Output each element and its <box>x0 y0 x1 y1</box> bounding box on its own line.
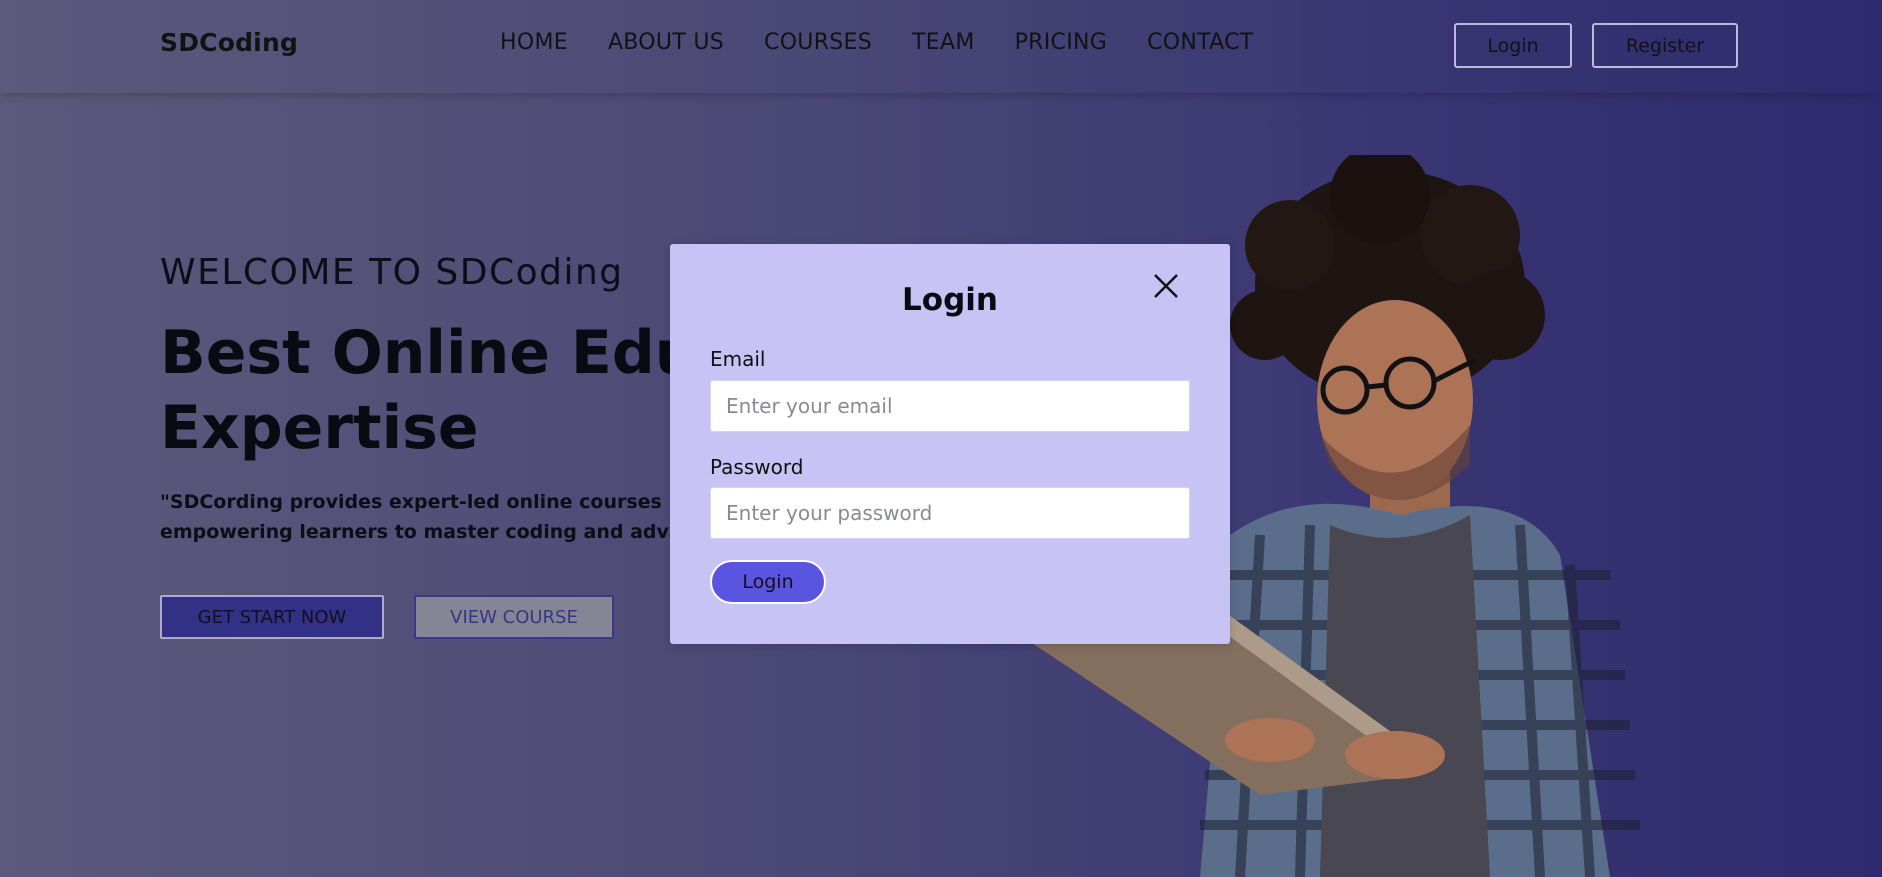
email-input[interactable] <box>710 380 1190 432</box>
email-label: Email <box>710 347 766 371</box>
password-label: Password <box>710 455 804 479</box>
modal-title: Login <box>902 282 998 318</box>
password-input[interactable] <box>710 487 1190 539</box>
login-modal: Login Email Password Login <box>670 244 1230 644</box>
modal-login-button[interactable]: Login <box>710 560 826 604</box>
